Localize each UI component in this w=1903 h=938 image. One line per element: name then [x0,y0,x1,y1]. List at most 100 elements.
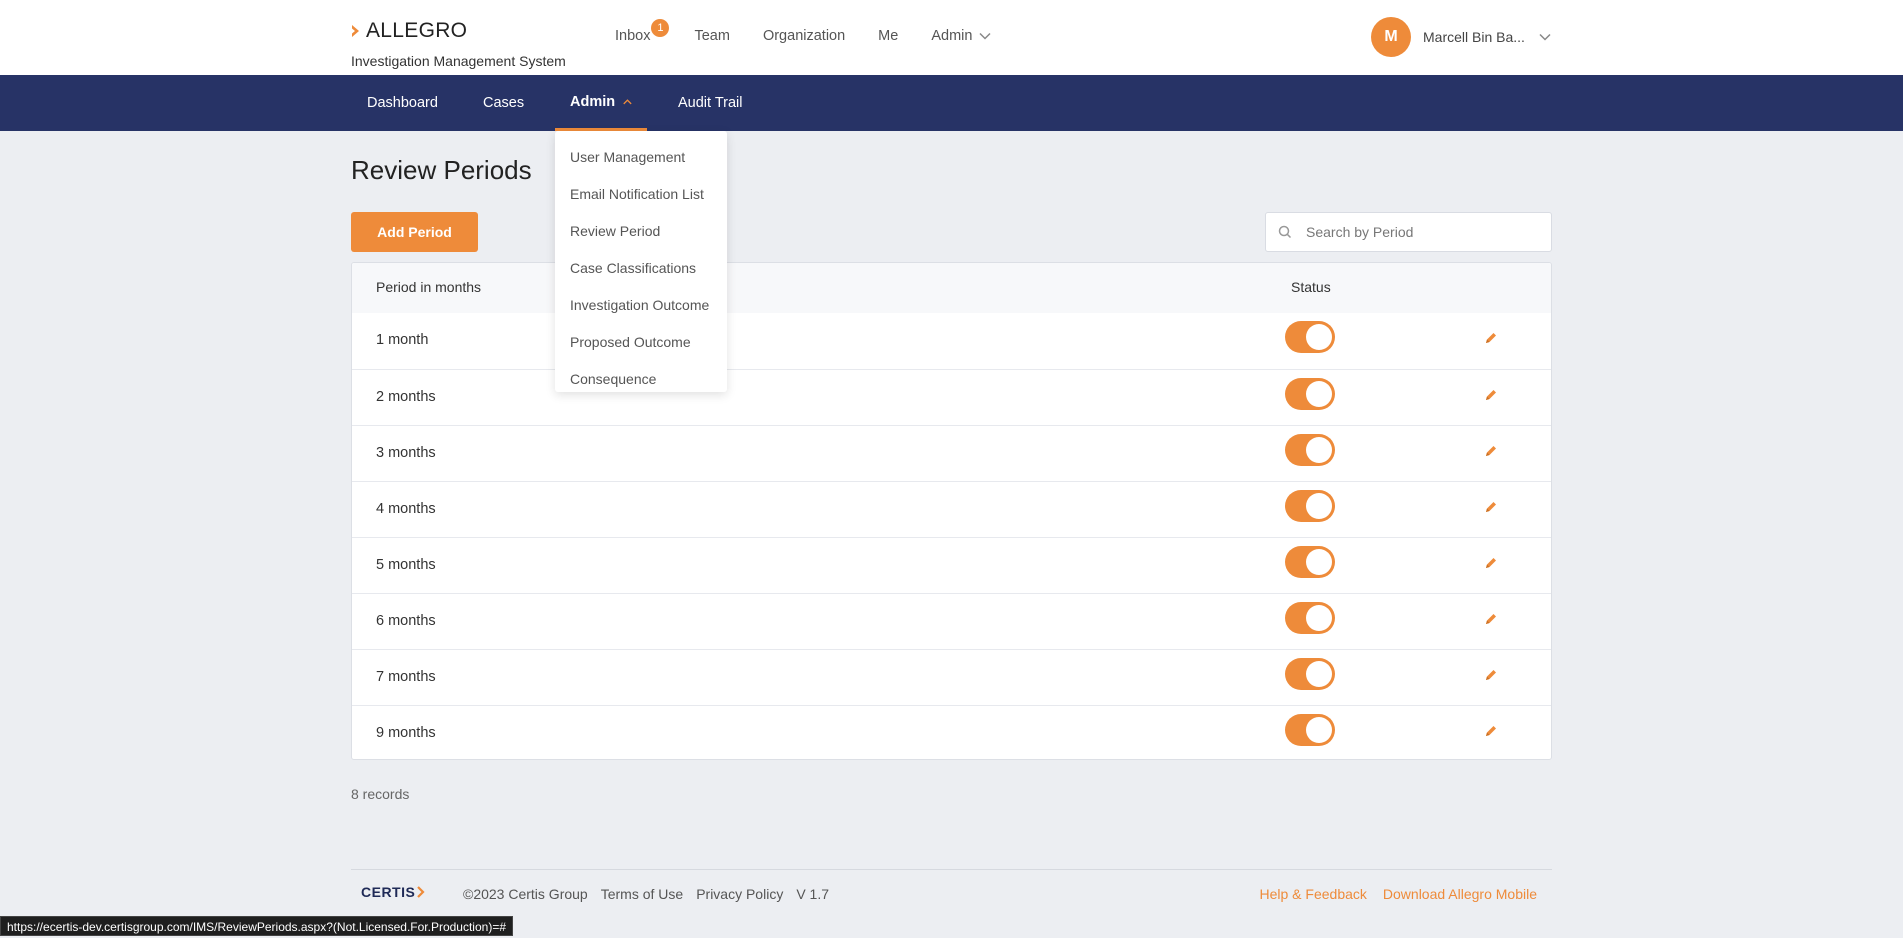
toggle-knob [1306,437,1332,463]
top-nav-inbox-label: Inbox [615,28,651,44]
column-header-status: Status [1291,279,1331,295]
menu-item-proposed-outcome[interactable]: Proposed Outcome [555,324,727,361]
period-cell: 2 months [376,389,436,405]
download-mobile-link[interactable]: Download Allegro Mobile [1383,886,1537,902]
tab-admin-label: Admin [570,93,616,110]
table-row: 7 months [352,649,1551,705]
tab-admin[interactable]: Admin [555,75,647,131]
menu-item-investigation-outcome[interactable]: Investigation Outcome [555,287,727,324]
status-toggle[interactable] [1285,658,1335,690]
edit-pencil-icon[interactable] [1483,330,1499,346]
menu-item-email-notification-list[interactable]: Email Notification List [555,176,727,213]
table-row: 9 months [352,705,1551,759]
help-feedback-link[interactable]: Help & Feedback [1260,886,1367,902]
top-header: ALLEGRO Investigation Management System … [0,0,1903,75]
status-toggle[interactable] [1285,546,1335,578]
browser-status-url: https://ecertis-dev.certisgroup.com/IMS/… [0,916,513,936]
terms-of-use-link[interactable]: Terms of Use [601,886,683,902]
edit-pencil-icon[interactable] [1483,667,1499,683]
top-nav-inbox[interactable]: Inbox 1 [615,19,670,44]
table-header: Period in months Status [352,263,1551,313]
table-row: 1 month [352,313,1551,369]
period-cell: 1 month [376,332,429,348]
search-box[interactable] [1265,212,1552,252]
tab-cases-label: Cases [483,95,525,111]
top-nav-team[interactable]: Team [683,28,729,44]
table-row: 4 months [352,481,1551,537]
status-toggle[interactable] [1285,602,1335,634]
tab-cases[interactable]: Cases [483,75,524,131]
brand[interactable]: ALLEGRO Investigation Management System [351,19,566,69]
tab-dashboard[interactable]: Dashboard [367,75,438,131]
toggle-knob [1306,661,1332,687]
table-row: 6 months [352,593,1551,649]
menu-item-case-classifications[interactable]: Case Classifications [555,250,727,287]
menu-item-user-management[interactable]: User Management [555,139,727,176]
table-row: 5 months [352,537,1551,593]
certis-chevron-icon [417,886,425,898]
chevron-down-icon [1539,33,1551,41]
toggle-knob [1306,324,1332,350]
top-nav-admin[interactable]: Admin [931,28,991,44]
status-toggle[interactable] [1285,434,1335,466]
table-row: 3 months [352,425,1551,481]
brand-name: ALLEGRO [366,19,468,42]
toggle-knob [1306,493,1332,519]
tab-audit-trail-label: Audit Trail [678,95,743,111]
top-nav-organization[interactable]: Organization [763,28,845,44]
certis-logo-text: CERTIS [361,884,416,900]
avatar: M [1371,17,1411,57]
chevron-down-icon [979,32,991,40]
brand-subtitle: Investigation Management System [351,53,566,69]
status-toggle[interactable] [1285,378,1335,410]
review-periods-table: Period in months Status 1 month 2 months 3… [351,262,1552,760]
footer: CERTIS ©2023 Certis Group Terms of Use P… [351,884,1552,904]
period-cell: 7 months [376,669,436,685]
period-cell: 5 months [376,557,436,573]
edit-pencil-icon[interactable] [1483,611,1499,627]
table-row: 2 months [352,369,1551,425]
allegro-chevron-icon [352,25,359,37]
top-nav-me[interactable]: Me [878,28,898,44]
certis-logo: CERTIS [361,884,425,900]
add-period-button[interactable]: Add Period [351,212,478,252]
top-nav-organization-label: Organization [762,28,846,44]
status-toggle[interactable] [1285,490,1335,522]
edit-pencil-icon[interactable] [1483,723,1499,739]
period-cell: 6 months [376,613,436,629]
main-nav: Dashboard Cases Admin Audit Trail [0,75,1903,131]
top-nav-me-label: Me [878,28,899,44]
search-input[interactable] [1306,224,1546,240]
toggle-knob [1306,381,1332,407]
inbox-count-badge: 1 [651,19,670,37]
toggle-knob [1306,549,1332,575]
search-icon [1278,225,1292,239]
menu-item-consequence[interactable]: Consequence [555,361,727,398]
user-menu[interactable]: M Marcell Bin Ba... [1371,17,1551,57]
records-count: 8 records [351,786,410,802]
user-name: Marcell Bin Ba... [1423,29,1525,45]
edit-pencil-icon[interactable] [1483,387,1499,403]
tab-audit-trail[interactable]: Audit Trail [678,75,742,131]
period-cell: 3 months [376,445,436,461]
edit-pencil-icon[interactable] [1483,555,1499,571]
admin-dropdown-menu: User Management Email Notification List … [555,131,727,392]
menu-item-review-period[interactable]: Review Period [555,213,727,250]
version: V 1.7 [796,886,830,902]
top-nav: Inbox 1 Team Organization Me Admin [615,19,1024,44]
edit-pencil-icon[interactable] [1483,499,1499,515]
top-nav-admin-label: Admin [931,28,973,44]
toggle-knob [1306,605,1332,631]
column-header-period: Period in months [376,279,482,295]
edit-pencil-icon[interactable] [1483,443,1499,459]
tab-dashboard-label: Dashboard [367,95,438,111]
period-cell: 4 months [376,501,436,517]
period-cell: 9 months [376,725,436,741]
status-toggle[interactable] [1285,714,1335,746]
page-title: Review Periods [351,155,532,185]
privacy-policy-link[interactable]: Privacy Policy [696,886,783,902]
status-toggle[interactable] [1285,321,1335,353]
copyright: ©2023 Certis Group [463,886,588,902]
footer-divider [351,869,1552,870]
top-nav-team-label: Team [694,28,730,44]
